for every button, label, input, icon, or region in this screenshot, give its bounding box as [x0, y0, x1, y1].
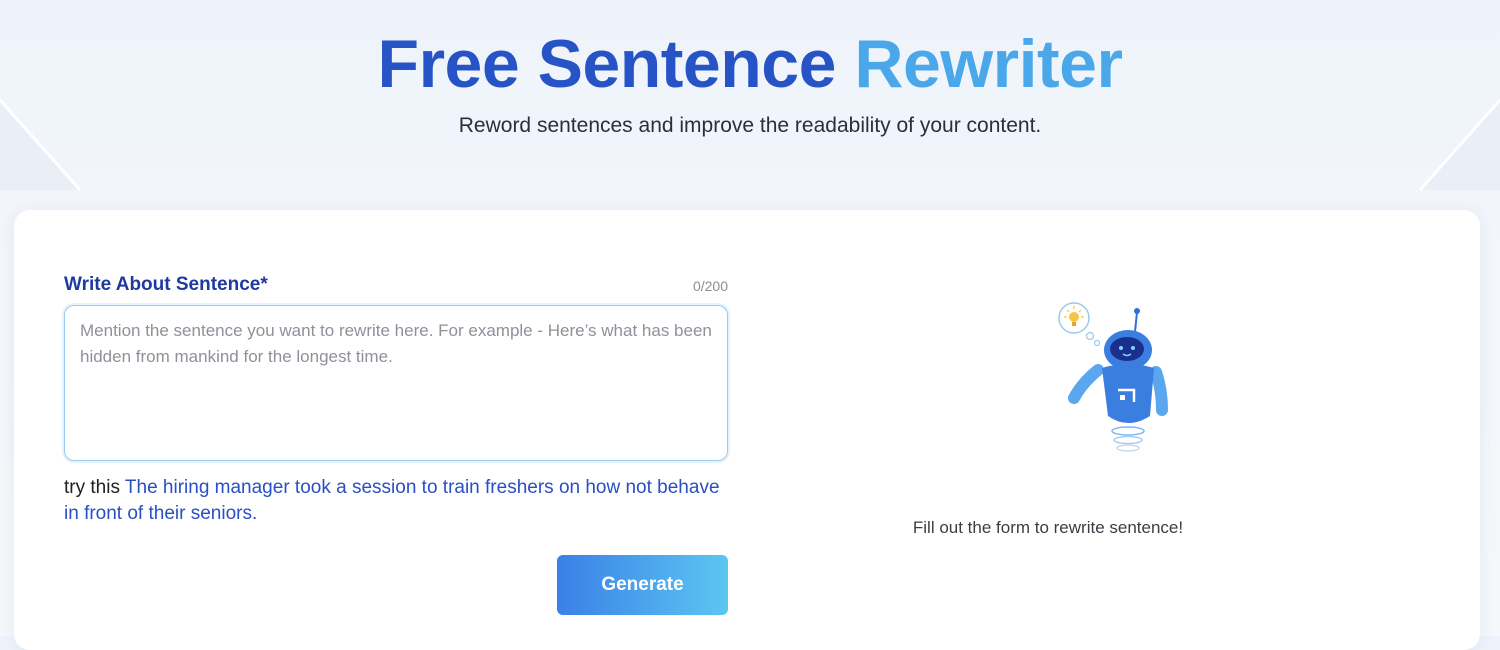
try-this-suggestion: try this The hiring manager took a sessi…	[64, 475, 734, 527]
sentence-field-label: Write About Sentence*	[64, 274, 268, 295]
character-counter: 0/200	[692, 278, 728, 294]
page-subtitle: Reword sentences and improve the readabi…	[458, 114, 1042, 137]
generate-button[interactable]: Generate	[557, 555, 728, 615]
page-title-part1: Free Sentence	[377, 26, 837, 102]
page-title-part2: Rewriter	[854, 26, 1123, 102]
sentence-input[interactable]	[64, 305, 728, 461]
page-title: Free Sentence Rewriter	[0, 24, 1500, 104]
empty-result-message: Fill out the form to rewrite sentence!	[912, 518, 1184, 537]
try-this-prefix: try this	[64, 477, 120, 498]
try-example-link[interactable]: The hiring manager took a session to tra…	[64, 477, 720, 524]
rewriter-card: Write About Sentence* 0/200 try this The…	[14, 210, 1480, 650]
robot-icon	[1058, 302, 1168, 452]
